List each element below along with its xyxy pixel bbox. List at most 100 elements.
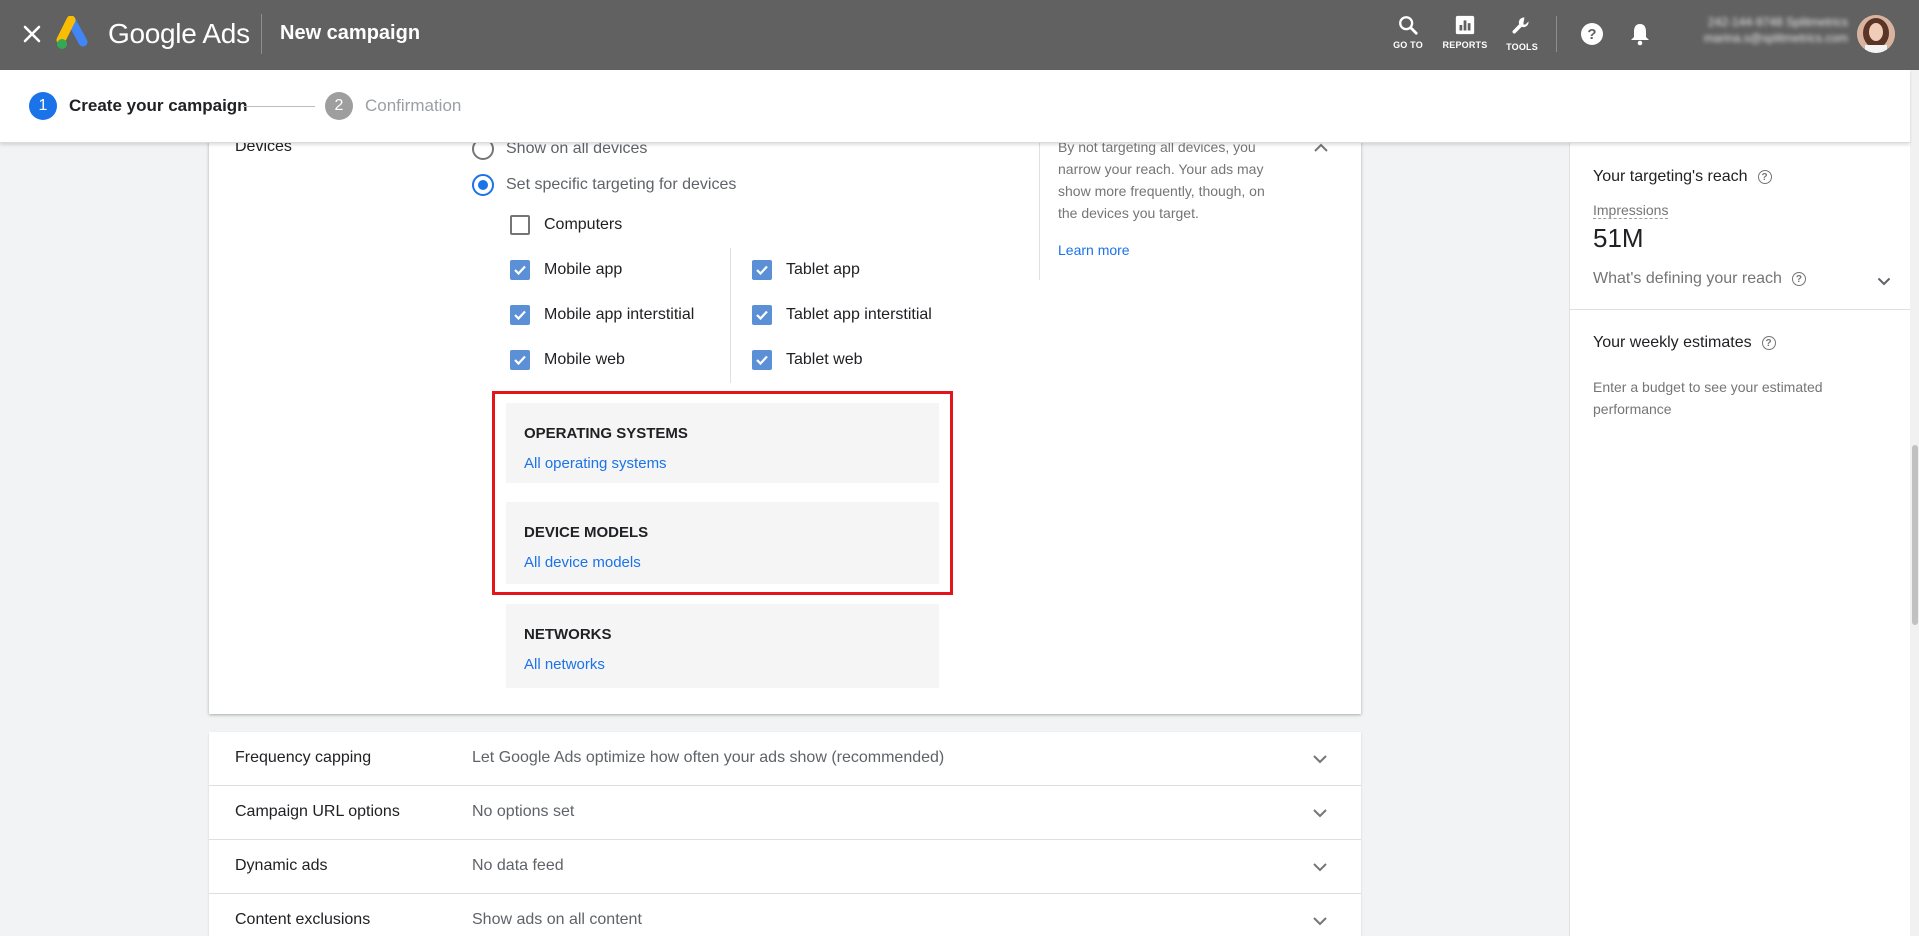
scrollbar-thumb[interactable] (1912, 445, 1918, 625)
help-circle-icon[interactable]: ? (1791, 272, 1806, 286)
radio-specific-devices[interactable]: Set specific targeting for devices (472, 174, 736, 196)
dynamic-ads-row[interactable]: Dynamic ads No data feed (209, 840, 1361, 894)
panel-title: DEVICE MODELS (524, 524, 649, 541)
row-value: Let Google Ads optimize how often your a… (472, 749, 945, 766)
step-create-campaign[interactable]: 1 Create your campaign (29, 92, 248, 120)
help-circle-icon[interactable]: ? (1761, 336, 1776, 350)
bar-chart-icon (1455, 15, 1475, 35)
step1-number: 1 (29, 92, 57, 120)
checkbox-mobile-web[interactable]: Mobile web (510, 350, 625, 370)
tools-button[interactable]: TOOLS (1494, 14, 1550, 52)
checkmark-icon[interactable] (752, 350, 772, 370)
page-title: New campaign (280, 22, 421, 44)
checkbox-unchecked[interactable] (510, 215, 530, 235)
devices-section: Devices Show on all devices Set specific… (209, 128, 1361, 714)
learn-more-link[interactable]: Learn more (1058, 242, 1130, 258)
brand-name[interactable]: Google Ads (108, 18, 250, 50)
checkmark-icon[interactable] (510, 305, 530, 325)
chevron-down-icon[interactable] (1308, 909, 1332, 933)
device-models-panel[interactable]: DEVICE MODELS All device models (506, 502, 939, 584)
reports-button[interactable]: REPORTS (1437, 14, 1493, 50)
sidebar-divider (1570, 309, 1911, 310)
content-exclusions-row[interactable]: Content exclusions Show ads on all conte… (209, 894, 1361, 936)
tools-label: TOOLS (1506, 42, 1538, 52)
step-confirmation[interactable]: 2 Confirmation (325, 92, 461, 120)
search-icon (1399, 16, 1418, 35)
checkbox-tablet-web[interactable]: Tablet web (752, 350, 863, 370)
checkmark-icon[interactable] (510, 260, 530, 280)
row-value: No options set (472, 803, 575, 820)
defining-reach-label: What's defining your reach (1593, 270, 1782, 287)
reach-sidebar: Your targeting's reach ? Impressions 51M… (1569, 143, 1911, 936)
all-networks-link[interactable]: All networks (524, 656, 605, 673)
checkbox-tablet-app-label: Tablet app (786, 261, 860, 278)
reports-label: REPORTS (1442, 40, 1488, 50)
close-icon[interactable] (18, 20, 46, 48)
avatar[interactable] (1857, 15, 1895, 53)
step2-label: Confirmation (365, 96, 462, 115)
campaign-url-options-row[interactable]: Campaign URL options No options set (209, 786, 1361, 840)
radio-specific-label: Set specific targeting for devices (506, 176, 737, 193)
svg-text:?: ? (1587, 26, 1596, 43)
chevron-down-icon[interactable] (1308, 855, 1332, 879)
checkbox-mobile-app-label: Mobile app (544, 261, 623, 278)
account-id: 242-144-9748 Splitmetrics (1707, 15, 1848, 29)
checkbox-tablet-app[interactable]: Tablet app (752, 260, 860, 280)
help-icon[interactable]: ? (1578, 20, 1606, 48)
reach-title: Your targeting's reach ? (1593, 168, 1772, 186)
top-bar: Google Ads New campaign GO TO REPORTS TO… (0, 0, 1919, 70)
account-info[interactable]: 242-144-9748 Splitmetrics marina.s@split… (1676, 14, 1848, 46)
checkbox-tablet-web-label: Tablet web (786, 351, 863, 368)
checkmark-icon[interactable] (752, 260, 772, 280)
impressions-label[interactable]: Impressions (1593, 202, 1669, 219)
all-device-models-link[interactable]: All device models (524, 554, 641, 571)
reach-title-text: Your targeting's reach (1593, 168, 1748, 185)
panel-title: NETWORKS (524, 626, 612, 643)
checkmark-icon[interactable] (510, 350, 530, 370)
campaign-stepper: 1 Create your campaign 2 Confirmation (0, 70, 1910, 143)
row-value: No data feed (472, 857, 564, 874)
checkbox-computers[interactable]: Computers (510, 215, 622, 235)
checkbox-mobile-app-interstitial[interactable]: Mobile app interstitial (510, 305, 694, 325)
wrench-icon (1512, 17, 1529, 34)
checkmark-icon[interactable] (752, 305, 772, 325)
checkbox-computers-label: Computers (544, 216, 623, 233)
weekly-title-text: Your weekly estimates (1593, 334, 1752, 351)
step1-label: Create your campaign (69, 96, 248, 115)
defining-reach-toggle[interactable]: What's defining your reach ? (1593, 270, 1806, 288)
help-circle-icon[interactable]: ? (1757, 170, 1772, 184)
weekly-estimates-desc: Enter a budget to see your estimated per… (1593, 379, 1823, 417)
chevron-down-icon[interactable] (1308, 747, 1332, 771)
google-ads-logo-icon[interactable] (56, 15, 96, 52)
devices-help-text: By not targeting all devices, you narrow… (1058, 139, 1265, 221)
stepper-connector (243, 106, 315, 107)
radio-selected[interactable] (472, 174, 494, 196)
checkbox-tablet-app-interstitial[interactable]: Tablet app interstitial (752, 305, 932, 325)
goto-label: GO TO (1393, 40, 1423, 50)
chevron-down-icon[interactable] (1308, 801, 1332, 825)
row-label: Campaign URL options (235, 803, 400, 820)
step2-number: 2 (325, 92, 353, 120)
weekly-estimates-title: Your weekly estimates ? (1593, 334, 1776, 352)
networks-panel[interactable]: NETWORKS All networks (506, 604, 939, 688)
row-label: Frequency capping (235, 749, 372, 766)
frequency-capping-row[interactable]: Frequency capping Let Google Ads optimiz… (209, 732, 1361, 786)
help-divider (1039, 128, 1040, 280)
toolbar-divider (1556, 16, 1557, 52)
goto-button[interactable]: GO TO (1380, 14, 1436, 50)
column-divider (730, 248, 731, 383)
header-divider (261, 14, 262, 54)
bell-icon[interactable] (1626, 20, 1654, 48)
panel-title: OPERATING SYSTEMS (524, 425, 688, 442)
row-label: Dynamic ads (235, 857, 328, 874)
chevron-down-icon[interactable] (1872, 269, 1896, 293)
operating-systems-panel[interactable]: OPERATING SYSTEMS All operating systems (506, 403, 939, 483)
row-label: Content exclusions (235, 911, 371, 928)
impressions-value: 51M (1593, 223, 1644, 253)
checkbox-tablet-app-interstitial-label: Tablet app interstitial (786, 306, 932, 323)
all-operating-systems-link[interactable]: All operating systems (524, 455, 667, 472)
account-email: marina.s@splitmetrics.com (1703, 31, 1848, 45)
checkbox-mobile-app[interactable]: Mobile app (510, 260, 622, 280)
checkbox-mobile-web-label: Mobile web (544, 351, 625, 368)
row-value: Show ads on all content (472, 911, 642, 928)
